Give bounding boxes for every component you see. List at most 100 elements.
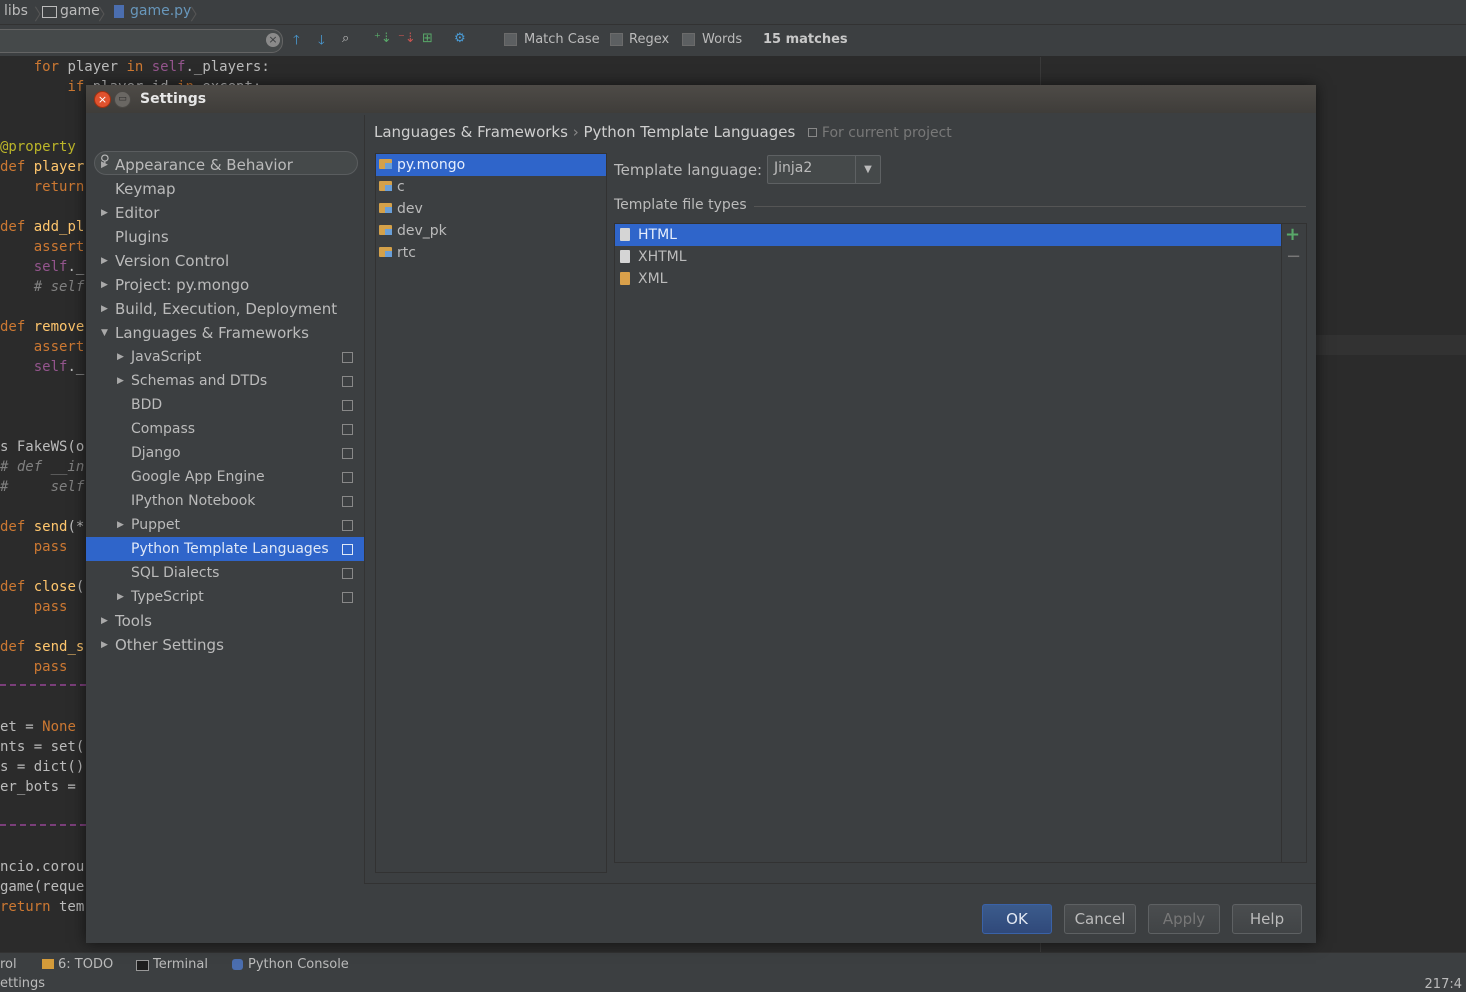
template-file-types-label: Template file types [614,197,747,213]
find-input[interactable]: × [0,29,283,53]
tool-window-version-control[interactable]: rol [0,957,17,972]
settings-gear-icon[interactable]: ⚙ [454,31,466,46]
settings-tree-item[interactable]: ▼ Languages & Frameworks [86,321,364,345]
breadcrumb-current: Python Template Languages [583,123,796,141]
regex-label[interactable]: Regex [629,32,669,47]
match-case-label[interactable]: Match Case [524,32,600,47]
settings-tree-item[interactable]: Keymap [86,177,364,201]
ok-button[interactable]: OK [982,904,1052,934]
settings-tree-item[interactable]: BDD [86,393,364,417]
collapsed-arrow-icon[interactable]: ▶ [101,273,108,297]
tree-item-label: JavaScript [131,349,202,365]
code-line: self._ [33,259,85,275]
breadcrumb-separator: 〉 [98,5,115,24]
tree-item-label: Other Settings [115,636,224,654]
clear-search-icon[interactable]: × [266,33,280,47]
help-button[interactable]: Help [1232,904,1302,934]
settings-tree-item[interactable]: ▶ JavaScript [86,345,364,369]
settings-tree-item[interactable]: Django [86,441,364,465]
folder-icon [42,6,57,18]
file-type-item[interactable]: XML [615,268,1281,290]
select-all-occurrences-icon[interactable]: ⊞ [422,31,433,46]
project-list-item[interactable]: py.mongo [376,154,606,176]
tree-item-label: Tools [115,612,152,630]
settings-tree-item[interactable]: ▶ Build, Execution, Deployment [86,297,364,321]
collapsed-arrow-icon[interactable]: ▶ [101,249,108,273]
collapsed-arrow-icon[interactable]: ▶ [101,297,108,321]
collapsed-arrow-icon[interactable]: ▶ [117,513,124,537]
file-type-item[interactable]: XHTML [615,246,1281,268]
collapsed-arrow-icon[interactable]: ▶ [101,153,108,177]
minimize-window-button[interactable]: ▭ [114,91,131,108]
previous-occurrence-icon[interactable]: 🡑 [293,31,300,53]
collapsed-arrow-icon[interactable]: ▶ [117,345,124,369]
tool-window-python-console[interactable]: Python Console [248,957,349,972]
code-line: pass [33,539,68,555]
code-line: nts = set( [0,739,85,755]
settings-tree-item[interactable]: ▶ Version Control [86,249,364,273]
match-case-checkbox[interactable] [504,33,517,46]
apply-button[interactable]: Apply [1148,904,1220,934]
tool-window-terminal[interactable]: Terminal [153,957,208,972]
settings-tree-item[interactable]: ▶ Appearance & Behavior [86,153,364,177]
python-folder-icon [379,181,392,191]
tree-item-label: Languages & Frameworks [115,324,309,342]
collapsed-arrow-icon[interactable]: ▶ [117,369,124,393]
cancel-button[interactable]: Cancel [1064,904,1136,934]
project-list-item[interactable]: dev [376,198,606,220]
project-level-icon [342,472,353,483]
collapsed-arrow-icon[interactable]: ▶ [117,585,124,609]
breadcrumb-libs[interactable]: libs [4,3,28,19]
project-list-item[interactable]: rtc [376,242,606,264]
status-bar: ettings 217:4 [0,976,1466,992]
remove-occurrence-icon[interactable]: ⁻⇣ [398,31,416,46]
project-level-icon [342,544,353,555]
html-file-icon [620,228,630,241]
project-name: dev_pk [397,223,447,239]
project-list-item[interactable]: c [376,176,606,198]
caret-position[interactable]: 217:4 [1425,977,1462,992]
tool-window-bar: rol 6: TODO Terminal Python Console [0,952,1466,977]
template-language-select[interactable]: Jinja2 ▼ [767,155,881,184]
python-console-icon [232,959,243,970]
add-occurrence-icon[interactable]: ⁺⇣ [374,31,392,46]
settings-tree-item[interactable]: Plugins [86,225,364,249]
tool-window-todo[interactable]: 6: TODO [58,957,113,972]
settings-tree-item[interactable]: ▶ TypeScript [86,585,364,609]
settings-tree-item[interactable]: Python Template Languages [86,537,364,561]
settings-tree-item[interactable]: ▶ Tools [86,609,364,633]
settings-tree-item[interactable]: ▶ Schemas and DTDs [86,369,364,393]
chevron-down-icon[interactable]: ▼ [855,156,880,183]
expanded-arrow-icon[interactable]: ▼ [101,321,108,345]
dialog-title-bar[interactable]: × ▭ Settings [86,85,1316,113]
close-window-button[interactable]: × [94,91,111,108]
collapsed-arrow-icon[interactable]: ▶ [101,633,108,657]
breadcrumb-game-py[interactable]: game.py [130,3,191,19]
regex-checkbox[interactable] [610,33,623,46]
add-icon[interactable]: + [1285,224,1300,245]
breadcrumb-game[interactable]: game [60,3,100,19]
caret-row-highlight [1316,335,1466,355]
find-all-icon[interactable]: ⌕ [342,31,349,46]
collapsed-arrow-icon[interactable]: ▶ [101,609,108,633]
settings-tree-pane: ⚲ ▶ Appearance & Behavior Keymap ▶ Editor Plu… [86,115,365,883]
settings-tree-item[interactable]: ▶ Other Settings [86,633,364,657]
words-label[interactable]: Words [702,32,742,47]
settings-tree-item[interactable]: Compass [86,417,364,441]
settings-tree-item[interactable]: IPython Notebook [86,489,364,513]
settings-tree-item[interactable]: SQL Dialects [86,561,364,585]
words-checkbox[interactable] [682,33,695,46]
remove-icon[interactable]: − [1286,246,1301,267]
collapsed-arrow-icon[interactable]: ▶ [101,201,108,225]
file-type-item[interactable]: HTML [615,224,1281,246]
tree-item-label: BDD [131,397,163,413]
settings-tree-item[interactable]: ▶ Puppet [86,513,364,537]
settings-tree-item[interactable]: ▶ Editor [86,201,364,225]
breadcrumb-separator: › [572,123,579,141]
next-occurrence-icon[interactable]: 🡓 [318,31,325,53]
project-list-item[interactable]: dev_pk [376,220,606,242]
settings-tree-item[interactable]: ▶ Project: py.mongo [86,273,364,297]
settings-tree-item[interactable]: Google App Engine [86,465,364,489]
todo-icon [42,959,54,969]
python-folder-icon [379,225,392,235]
